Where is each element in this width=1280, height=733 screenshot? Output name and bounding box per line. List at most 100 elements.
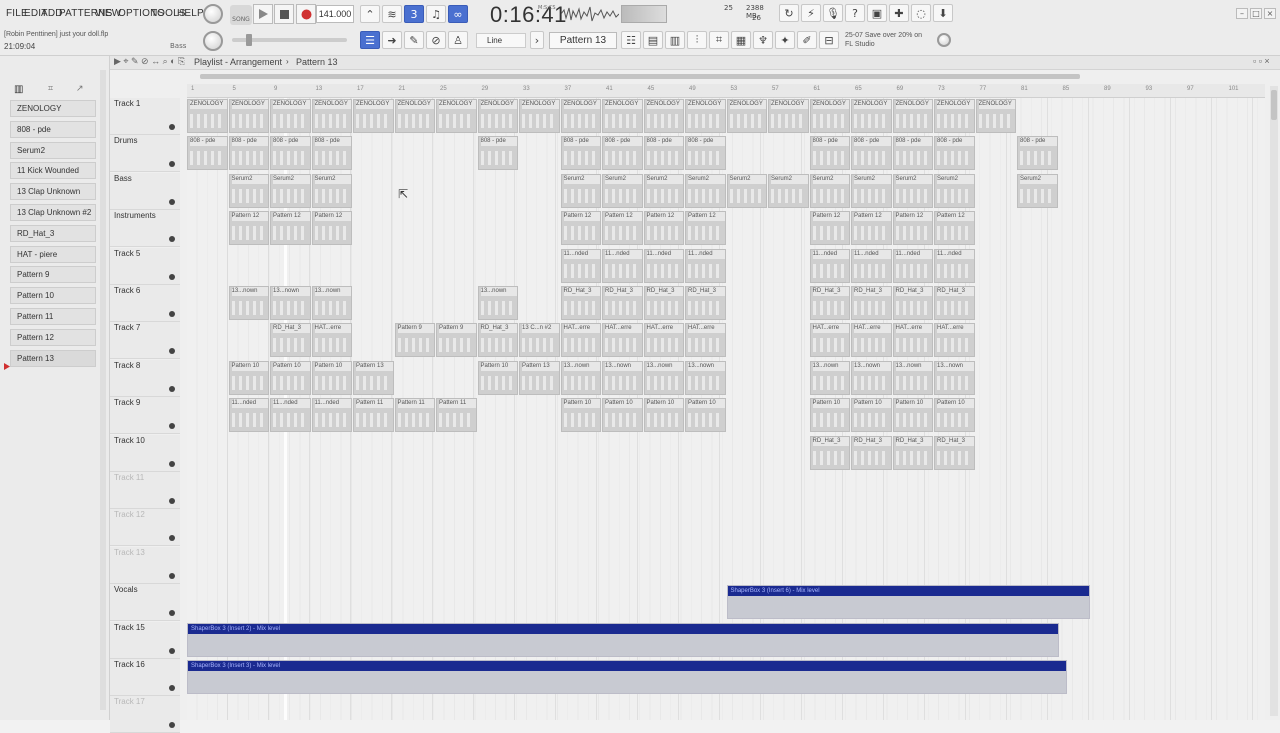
pattern-clip[interactable]: 13...nown <box>560 360 601 395</box>
pattern-selector[interactable]: Pattern 13 <box>549 32 617 49</box>
pattern-clip[interactable]: ZENOLOGY <box>892 99 933 133</box>
menu-help[interactable]: HELP <box>177 8 204 19</box>
pattern-clip[interactable]: RD_Hat_3 <box>934 286 975 320</box>
pattern-clip[interactable]: Pattern 10 <box>851 398 892 433</box>
pattern-clip[interactable]: Serum2 <box>270 173 311 208</box>
pattern-clip[interactable]: ZENOLOGY <box>685 99 726 133</box>
pattern-clip[interactable]: Pattern 12 <box>311 211 352 246</box>
pattern-clip[interactable]: 808 - pde <box>809 136 850 171</box>
pattern-clip[interactable]: Pattern 12 <box>892 211 933 246</box>
pattern-clip[interactable]: Pattern 10 <box>892 398 933 433</box>
pattern-clip[interactable]: 13...nown <box>311 286 352 320</box>
track-mute-led[interactable] <box>169 423 175 430</box>
pattern-clip[interactable]: Pattern 11 <box>436 398 477 433</box>
pattern-clip[interactable]: Serum2 <box>602 173 643 208</box>
pattern-clip[interactable]: Serum2 <box>726 173 767 208</box>
pattern-clip[interactable]: ZENOLOGY <box>975 99 1016 133</box>
track-mute-led[interactable] <box>169 198 175 205</box>
pattern-clip[interactable]: HAT...erre <box>560 323 601 358</box>
pattern-clip[interactable]: 11...nded <box>270 398 311 433</box>
pencil-tool-button[interactable]: ✎ <box>404 31 424 49</box>
pattern-clip[interactable]: Pattern 10 <box>477 360 518 395</box>
pattern-clip[interactable]: HAT...erre <box>892 323 933 358</box>
pattern-clip[interactable]: 13...nown <box>602 360 643 395</box>
pattern-clip[interactable]: 808 - pde <box>1017 136 1058 171</box>
pattern-clip[interactable]: Serum2 <box>228 173 269 208</box>
automation-clip[interactable]: ShaperBox 3 (Insert 2) - Mix level <box>187 622 1059 657</box>
pattern-clip[interactable]: Pattern 10 <box>560 398 601 433</box>
track-header[interactable]: Track 15 <box>110 621 180 659</box>
track-header[interactable]: Track 17 <box>110 696 180 733</box>
help-button[interactable]: ? <box>845 4 865 22</box>
pattern-clip[interactable]: Pattern 12 <box>643 211 684 246</box>
project-button[interactable]: ▦ <box>731 31 751 49</box>
pattern-clip[interactable]: 11...nded <box>643 248 684 283</box>
track-mute-led[interactable] <box>169 273 175 280</box>
track-header[interactable]: Track 13 <box>110 546 180 584</box>
browser-options-icon[interactable]: ⌗ <box>48 84 64 96</box>
pattern-clip[interactable]: Serum2 <box>809 173 850 208</box>
pattern-clip[interactable]: 11...nded <box>809 248 850 283</box>
maximize-button[interactable]: □ <box>1250 8 1262 19</box>
pattern-clip[interactable]: 808 - pde <box>685 136 726 171</box>
track-mute-led[interactable] <box>169 311 175 317</box>
pattern-clip[interactable]: 808 - pde <box>560 136 601 171</box>
pattern-clip[interactable]: ZENOLOGY <box>311 99 352 133</box>
pattern-clip[interactable]: ZENOLOGY <box>809 99 850 133</box>
track-header[interactable]: Track 9 <box>110 397 180 435</box>
pattern-clip[interactable]: ZENOLOGY <box>851 99 892 133</box>
pattern-clip[interactable]: 808 - pde <box>892 136 933 171</box>
pattern-clip[interactable]: 808 - pde <box>311 136 352 171</box>
pattern-clip[interactable]: 13...nown <box>685 360 726 395</box>
pattern-clip[interactable]: RD_Hat_3 <box>892 435 933 470</box>
pattern-clip[interactable]: Pattern 10 <box>228 360 269 395</box>
pattern-clip[interactable]: ZENOLOGY <box>934 99 975 133</box>
close-button[interactable]: × <box>1264 8 1276 19</box>
channel-item[interactable]: Pattern 13 <box>10 349 96 367</box>
track-header[interactable]: Bass <box>110 172 180 210</box>
pattern-clip[interactable]: Pattern 12 <box>602 211 643 246</box>
pattern-clip[interactable]: ZENOLOGY <box>519 99 560 133</box>
pattern-clip[interactable]: Pattern 12 <box>934 211 975 246</box>
plugin-picker-button[interactable]: ♆ <box>753 31 773 49</box>
pattern-clip[interactable]: RD_Hat_3 <box>851 435 892 470</box>
track-header[interactable]: Track 12 <box>110 509 180 547</box>
pattern-clip[interactable]: Pattern 10 <box>602 398 643 433</box>
pattern-clip[interactable]: 808 - pde <box>643 136 684 171</box>
pattern-clip[interactable]: RD_Hat_3 <box>685 286 726 320</box>
pattern-clip[interactable]: ZENOLOGY <box>602 99 643 133</box>
v-scrollbar-thumb[interactable] <box>1271 90 1277 120</box>
browser-scrollbar[interactable] <box>100 70 106 710</box>
song-mode-toggle[interactable]: SONG <box>230 5 252 25</box>
channel-item[interactable]: Serum2 <box>10 141 96 159</box>
pattern-clip[interactable]: 808 - pde <box>270 136 311 171</box>
channel-item[interactable]: 11 Kick Wounded <box>10 162 96 180</box>
browser-extras-icon[interactable]: ↗ <box>76 84 92 96</box>
scrollbar-thumb[interactable] <box>200 74 1080 79</box>
undo-history-button[interactable]: ↻ <box>779 4 799 22</box>
automation-clip[interactable]: ShaperBox 3 (Insert 6) - Mix level <box>726 585 1090 620</box>
track-mute-led[interactable] <box>169 348 175 355</box>
track-mute-led[interactable] <box>169 460 175 467</box>
countdown-button[interactable]: 3 <box>404 5 424 23</box>
master-volume-knob[interactable] <box>203 4 223 24</box>
pattern-clip[interactable]: 11...nded <box>851 248 892 283</box>
loop-record-button[interactable]: ∞ <box>448 5 468 23</box>
pattern-clip[interactable]: 11...nded <box>685 248 726 283</box>
pattern-clip[interactable]: 13...nown <box>270 286 311 320</box>
track-mute-led[interactable] <box>169 572 175 579</box>
playlist-horizontal-scrollbar[interactable] <box>200 74 1080 79</box>
pattern-clip[interactable]: ZENOLOGY <box>270 99 311 133</box>
arrow-tool-button[interactable]: ➜ <box>382 31 402 49</box>
chat-button[interactable]: ◌ <box>911 4 931 22</box>
stamp-tool-button[interactable]: ♙ <box>448 31 468 49</box>
snap-selector[interactable]: Line <box>476 33 526 48</box>
playlist-title-bar[interactable]: ▶ ⌖ ✎ ⊘ ↔ ⌕ ◐ ⎘ Playlist - Arrangement ›… <box>110 56 1280 70</box>
pattern-clip[interactable]: HAT...erre <box>643 323 684 358</box>
track-mute-led[interactable] <box>169 610 175 617</box>
pattern-clip[interactable]: Serum2 <box>643 173 684 208</box>
pattern-clip[interactable]: Serum2 <box>768 173 809 208</box>
step-edit-button[interactable]: ♫ <box>426 5 446 23</box>
metronome-button[interactable]: ⌃ <box>360 5 380 23</box>
pattern-clip[interactable]: 808 - pde <box>934 136 975 171</box>
